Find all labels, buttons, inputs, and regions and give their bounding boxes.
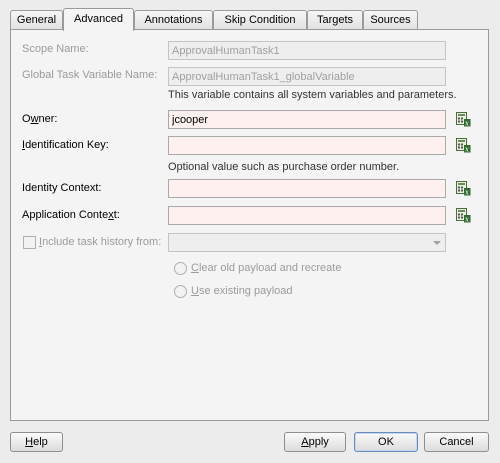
tab-general[interactable]: General [10, 10, 63, 30]
expression-builder-icon[interactable]: x [455, 111, 471, 127]
application-context-field[interactable] [168, 206, 446, 225]
svg-text:x: x [465, 189, 469, 197]
identification-key-label: Identification Key: [22, 139, 109, 151]
owner-field[interactable] [168, 110, 446, 129]
global-task-variable-field[interactable] [168, 67, 446, 86]
owner-label: Owner: [22, 113, 58, 125]
identity-context-field[interactable] [168, 179, 446, 198]
identification-key-hint: Optional value such as purchase order nu… [168, 161, 400, 173]
include-history-checkbox[interactable] [23, 236, 36, 249]
scope-name-field[interactable] [168, 41, 446, 60]
tab-targets[interactable]: Targets [307, 10, 363, 30]
svg-text:x: x [465, 120, 469, 128]
clear-payload-label: Clear old payload and recreate [191, 262, 342, 274]
identity-context-label: Identity Context: [22, 182, 102, 194]
application-context-label: Application Context: [22, 209, 120, 221]
tab-sources[interactable]: Sources [363, 10, 418, 30]
global-variable-hint: This variable contains all system variab… [168, 89, 457, 101]
global-task-variable-label: Global Task Variable Name: [22, 69, 158, 81]
chevron-down-icon [433, 241, 441, 245]
svg-text:x: x [465, 146, 469, 154]
identification-key-field[interactable] [168, 136, 446, 155]
tab-annotations[interactable]: Annotations [134, 10, 213, 30]
svg-text:x: x [465, 216, 469, 224]
expression-builder-icon[interactable]: x [455, 180, 471, 196]
clear-payload-radio[interactable] [174, 262, 187, 275]
use-existing-payload-label: Use existing payload [191, 285, 293, 297]
use-existing-payload-radio[interactable] [174, 285, 187, 298]
tab-advanced[interactable]: Advanced [63, 8, 134, 31]
cancel-button[interactable]: Cancel [424, 432, 489, 452]
expression-builder-icon[interactable]: x [455, 137, 471, 153]
expression-builder-icon[interactable]: x [455, 207, 471, 223]
ok-button[interactable]: OK [354, 432, 418, 452]
advanced-panel: Scope Name: Global Task Variable Name: T… [10, 29, 489, 421]
apply-button[interactable]: Apply [284, 432, 346, 452]
history-source-dropdown[interactable] [168, 233, 446, 252]
include-history-label: Include task history from: [39, 236, 162, 248]
help-button[interactable]: Help [10, 432, 63, 452]
tab-skip-condition[interactable]: Skip Condition [213, 10, 307, 30]
scope-name-label: Scope Name: [22, 43, 89, 55]
